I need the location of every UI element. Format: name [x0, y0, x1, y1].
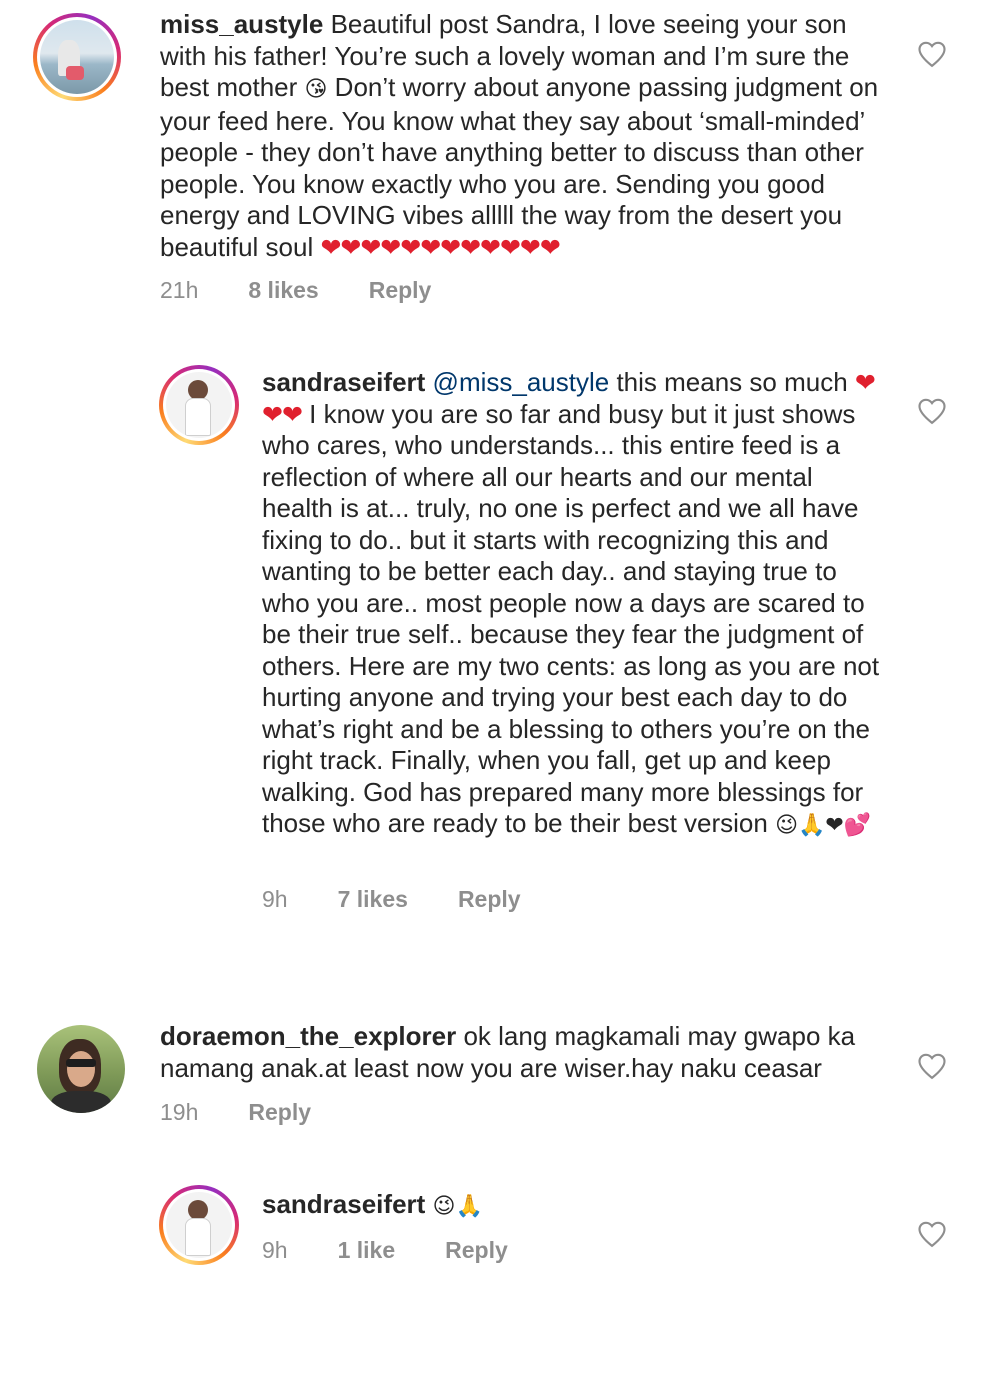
comment-text: sandraseifert @miss_austyle this means s…: [262, 367, 882, 842]
comment-meta: 9h 1 like Reply: [262, 1237, 558, 1264]
end-emojis: 😉🙏❤💕: [775, 813, 872, 838]
reply-button[interactable]: Reply: [248, 1099, 311, 1126]
reply-button[interactable]: Reply: [458, 886, 521, 913]
comment-time: 19h: [160, 1099, 199, 1125]
comment-time: 9h: [262, 1237, 288, 1263]
comment-meta: 9h 7 likes Reply: [262, 886, 571, 913]
comment-item: doraemon_the_explorer ok lang magkamali …: [0, 1010, 1000, 1150]
kiss-emoji: 😘: [304, 77, 328, 102]
avatar[interactable]: [159, 1185, 239, 1265]
comment-username[interactable]: sandraseifert: [262, 367, 425, 397]
comment-meta: 21h 8 likes Reply: [160, 277, 481, 304]
comment-time: 9h: [262, 886, 288, 912]
heart-outline-icon[interactable]: [917, 40, 947, 68]
comment-username[interactable]: miss_austyle: [160, 9, 323, 39]
comment-text: doraemon_the_explorer ok lang magkamali …: [160, 1021, 880, 1084]
comment-text: miss_austyle Beautiful post Sandra, I lo…: [160, 9, 880, 263]
reply-item: sandraseifert @miss_austyle this means s…: [0, 340, 1000, 940]
comment-emojis: 😉🙏: [432, 1194, 483, 1219]
comment-time: 21h: [160, 277, 199, 303]
mention-link[interactable]: @miss_austyle: [433, 367, 610, 397]
comment-username[interactable]: sandraseifert: [262, 1189, 425, 1219]
like-count[interactable]: 1 like: [338, 1237, 396, 1264]
heart-outline-icon[interactable]: [917, 1220, 947, 1248]
comment-body-continued: I know you are so far and busy but it ju…: [262, 398, 880, 839]
heart-outline-icon[interactable]: [917, 1052, 947, 1080]
avatar[interactable]: [33, 13, 121, 101]
comment-username[interactable]: doraemon_the_explorer: [160, 1021, 456, 1051]
avatar[interactable]: [159, 365, 239, 445]
like-count[interactable]: 7 likes: [338, 886, 408, 913]
reply-button[interactable]: Reply: [445, 1237, 508, 1264]
reply-item: sandraseifert 😉🙏 9h 1 like Reply: [0, 1160, 1000, 1290]
comment-text: sandraseifert 😉🙏: [262, 1189, 882, 1223]
like-count[interactable]: 8 likes: [248, 277, 318, 304]
comment-body: this means so much: [609, 367, 855, 397]
comment-item: miss_austyle Beautiful post Sandra, I lo…: [0, 0, 1000, 320]
reply-button[interactable]: Reply: [369, 277, 432, 304]
hearts-emoji: ❤❤❤❤❤❤❤❤❤❤❤❤: [320, 232, 560, 262]
heart-outline-icon[interactable]: [917, 397, 947, 425]
comment-meta: 19h Reply: [160, 1099, 361, 1126]
avatar[interactable]: [37, 1025, 125, 1113]
